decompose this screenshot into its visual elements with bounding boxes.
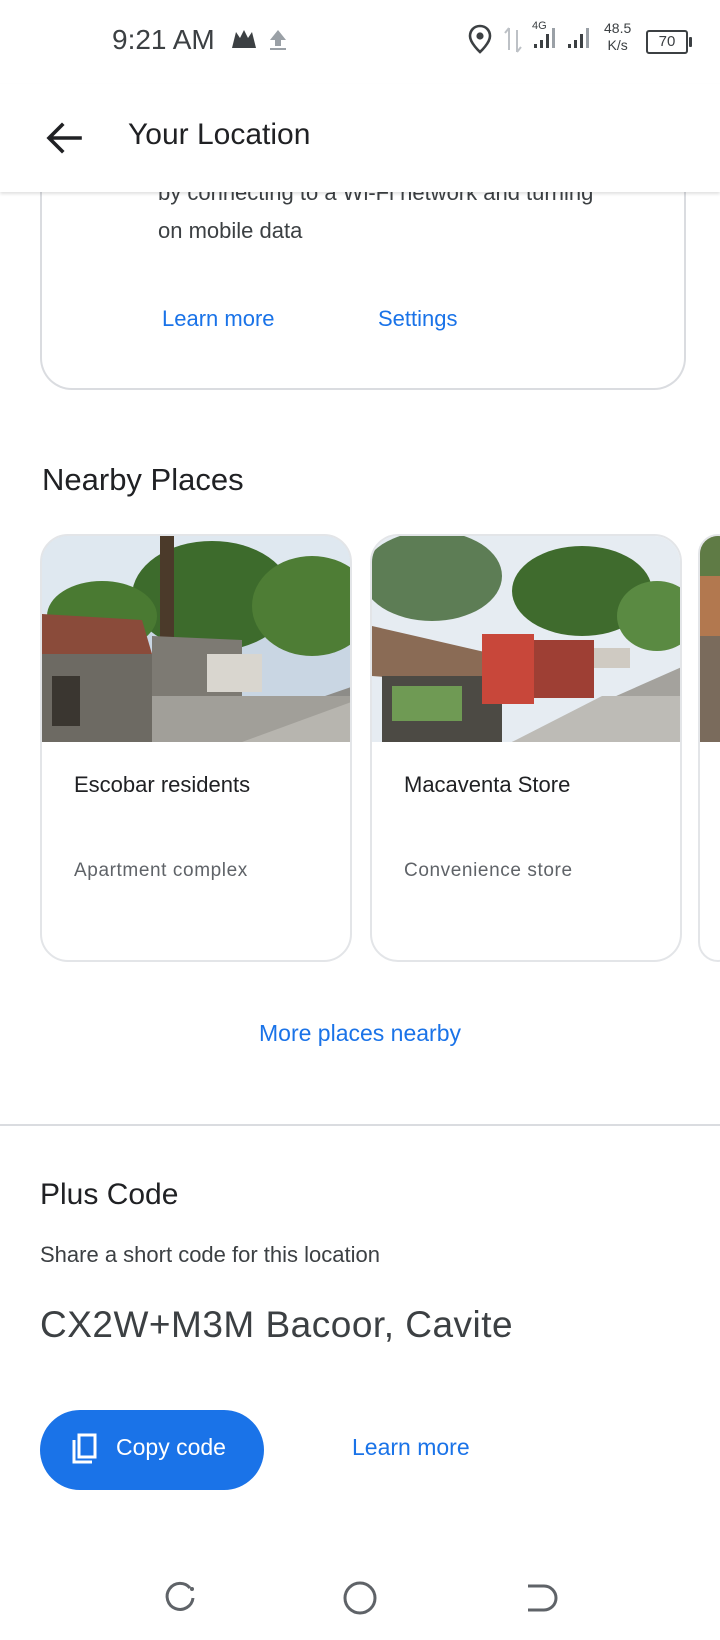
home-icon[interactable]	[340, 1578, 380, 1623]
signal-icon	[566, 20, 598, 57]
status-bar: 9:21 AM 4G 48.5 K/s 70	[0, 0, 720, 84]
place-card-macaventa[interactable]: Macaventa Store Convenience store	[370, 534, 682, 962]
speed-unit: K/s	[607, 37, 628, 53]
app-bar: Your Location	[0, 84, 720, 192]
place-name: Escobar residents	[74, 772, 251, 797]
place-category: Apartment complex	[74, 860, 248, 881]
speed-value: 48.5	[604, 20, 632, 36]
plus-code-heading: Plus Code	[40, 1178, 179, 1211]
place-photo	[700, 536, 720, 742]
battery-indicator: 70	[646, 30, 692, 54]
place-card-partial[interactable]	[698, 534, 720, 962]
plus-code-value: CX2W+M3M Bacoor, Cavite	[40, 1304, 514, 1345]
recents-icon[interactable]	[160, 1578, 200, 1623]
card-text: on mobile data	[158, 218, 303, 243]
copy-icon	[68, 1432, 100, 1471]
place-photo	[42, 536, 350, 742]
plus-code-learn-more-link[interactable]: Learn more	[352, 1434, 470, 1461]
system-nav-bar	[0, 1560, 720, 1640]
status-time: 9:21 AM	[112, 24, 215, 55]
upload-icon	[266, 26, 290, 57]
copy-code-button[interactable]: Copy code	[40, 1410, 264, 1490]
section-divider	[0, 1124, 720, 1126]
plus-code-subtitle: Share a short code for this location	[40, 1242, 380, 1267]
location-pin-icon	[468, 24, 492, 59]
data-transfer-icon	[504, 26, 522, 59]
notification-icon	[230, 26, 258, 57]
signal-4g-icon: 4G	[532, 20, 564, 57]
nearby-places-heading: Nearby Places	[42, 462, 244, 497]
place-category: Convenience store	[404, 860, 573, 881]
more-places-nearby-link[interactable]: More places nearby	[0, 1020, 720, 1047]
learn-more-link[interactable]: Learn more	[162, 306, 275, 332]
place-name: Macaventa Store	[404, 772, 571, 797]
place-photo	[372, 536, 680, 742]
network-type: 4G	[532, 20, 547, 32]
back-button[interactable]	[40, 114, 88, 162]
back-nav-icon[interactable]	[520, 1578, 560, 1623]
page-title: Your Location	[128, 118, 311, 151]
settings-link[interactable]: Settings	[378, 306, 458, 332]
back-arrow-icon	[46, 122, 82, 154]
network-speed: 48.5 K/s	[604, 20, 631, 54]
place-card-escobar[interactable]: Escobar residents Apartment complex	[40, 534, 352, 962]
copy-code-label: Copy code	[116, 1434, 226, 1460]
